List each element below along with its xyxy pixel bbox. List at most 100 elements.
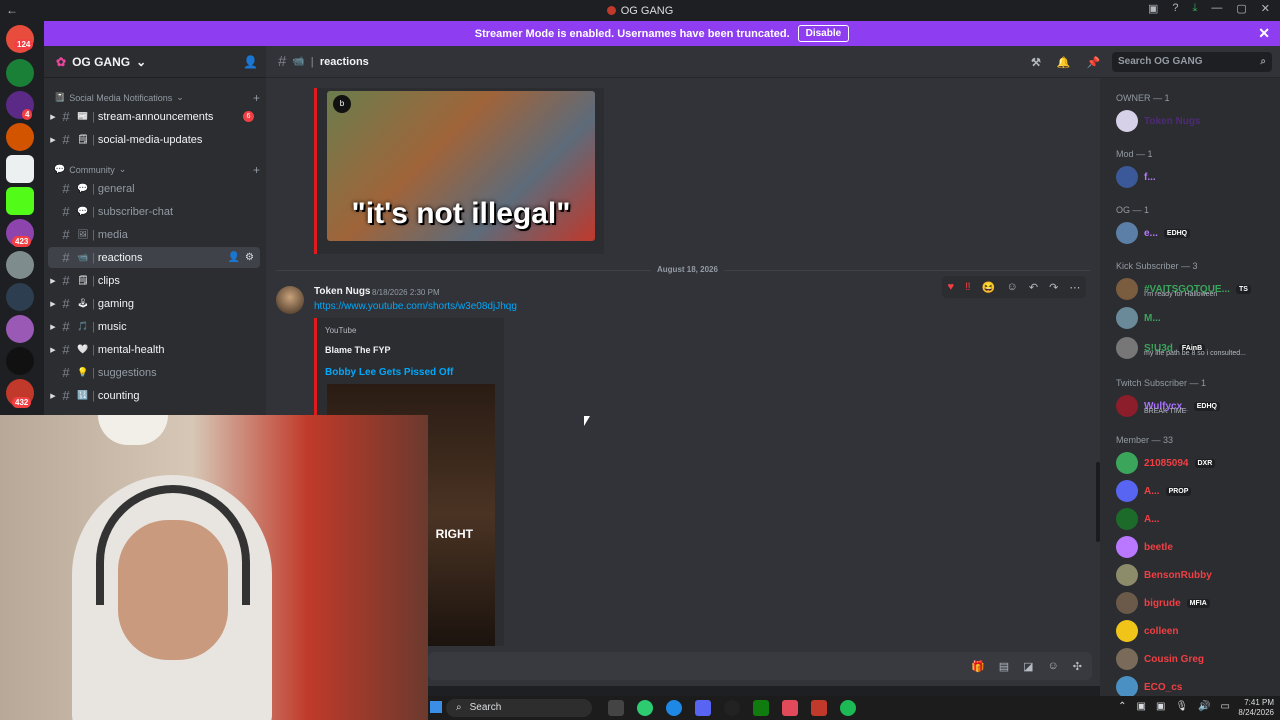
- server-icon[interactable]: [6, 347, 34, 375]
- disable-button[interactable]: Disable: [797, 25, 850, 42]
- member-item[interactable]: colleen: [1116, 619, 1276, 643]
- threads-icon[interactable]: ⚒: [1031, 56, 1041, 69]
- more-icon[interactable]: ⋯: [1069, 281, 1080, 294]
- taskbar-search[interactable]: ⌕ Search: [446, 699, 592, 717]
- channel-mental-health[interactable]: ▶ # 🤍 | mental-health: [48, 339, 260, 360]
- member-item[interactable]: Wulfycx_ EDHQ BREAK TIME: [1116, 394, 1276, 418]
- member-item[interactable]: ECO_cs: [1116, 675, 1276, 698]
- member-item[interactable]: #VAITSGOTQUE... TS I'm ready for Halloween: [1116, 277, 1276, 301]
- clock[interactable]: 7:41 PM 8/24/2026: [1238, 698, 1274, 718]
- member-item[interactable]: BensonRubby: [1116, 563, 1276, 587]
- embed-author[interactable]: Blame The FYP: [325, 345, 496, 355]
- server-icon[interactable]: [6, 155, 34, 183]
- member-item[interactable]: A...: [1116, 507, 1276, 531]
- download-icon[interactable]: ⤓: [1193, 2, 1198, 15]
- server-icon[interactable]: [6, 59, 34, 87]
- server-icon[interactable]: [6, 251, 34, 279]
- channel-suggestions[interactable]: # 💡 | suggestions: [48, 362, 260, 383]
- message-input[interactable]: 🎁 ▤ ◪ ☺ ✣: [428, 652, 1092, 680]
- member-item[interactable]: Cousin Greg: [1116, 647, 1276, 671]
- member-item[interactable]: 21085094 DXR: [1116, 451, 1276, 475]
- add-member-icon[interactable]: 👤: [243, 55, 258, 69]
- member-item[interactable]: f...: [1116, 165, 1276, 189]
- member-item[interactable]: bigrude MFIA: [1116, 591, 1276, 615]
- invite-icon[interactable]: 👤: [228, 252, 240, 263]
- category-community[interactable]: 💬 Community ⌄ +: [54, 163, 260, 177]
- volume-icon[interactable]: 🔊: [1198, 701, 1210, 712]
- close-window-button[interactable]: ✕: [1261, 2, 1270, 15]
- reply-icon[interactable]: ↶: [1029, 281, 1038, 294]
- chevron-up-icon[interactable]: ⌃: [1118, 701, 1126, 712]
- apps-icon[interactable]: ✣: [1073, 660, 1082, 673]
- help-icon[interactable]: ?: [1172, 2, 1178, 15]
- embed-title[interactable]: Bobby Lee Gets Pissed Off: [325, 367, 496, 378]
- member-list: OWNER — 1 Token Nugs Mod — 1 f... OG — 1…: [1100, 78, 1280, 698]
- member-item[interactable]: M...: [1116, 306, 1276, 330]
- channel-clips[interactable]: ▶ # 🗒 | clips: [48, 270, 260, 291]
- channel-counting[interactable]: ▶ # 🔢 | counting: [48, 385, 260, 406]
- file-explorer-icon[interactable]: [608, 700, 624, 716]
- member-item[interactable]: Token Nugs: [1116, 109, 1276, 133]
- sticker-icon[interactable]: ◪: [1023, 660, 1033, 673]
- bell-icon[interactable]: 🔔: [1057, 56, 1071, 69]
- back-arrow-icon[interactable]: ←: [6, 3, 18, 17]
- search-input[interactable]: Search OG GANG ⌕: [1112, 52, 1272, 72]
- maximize-button[interactable]: ▢: [1236, 2, 1246, 15]
- add-channel-icon[interactable]: +: [253, 163, 260, 177]
- edge-icon[interactable]: [666, 700, 682, 716]
- emoji-icon[interactable]: ☺: [1048, 660, 1059, 672]
- close-icon[interactable]: ✕: [1258, 25, 1270, 42]
- role-header: OG — 1: [1116, 205, 1150, 215]
- server-icon[interactable]: [6, 187, 34, 215]
- channel-general[interactable]: # 💬 | general: [48, 178, 260, 199]
- channel-music[interactable]: ▶ # 🎵 | music: [48, 316, 260, 337]
- battery-icon[interactable]: ▭: [1221, 701, 1230, 712]
- app-icon[interactable]: [811, 700, 827, 716]
- avatar[interactable]: [276, 286, 304, 314]
- server-icon[interactable]: [6, 123, 34, 151]
- member-item[interactable]: S!U3d FAinB my life path be 8 so i consult…: [1116, 336, 1276, 360]
- channel-media[interactable]: # 🖼 | media: [48, 224, 260, 245]
- xbox-icon[interactable]: [753, 700, 769, 716]
- inbox-icon[interactable]: ▣: [1148, 2, 1158, 15]
- windows-start-icon[interactable]: [430, 701, 442, 713]
- member-item[interactable]: beetle: [1116, 535, 1276, 559]
- chrome-icon[interactable]: [637, 700, 653, 716]
- server-icon[interactable]: [6, 283, 34, 311]
- message-link[interactable]: https://www.youtube.com/shorts/w3e08djJh…: [314, 301, 517, 312]
- member-item[interactable]: e... EDHQ: [1116, 221, 1276, 245]
- app-icon[interactable]: [782, 700, 798, 716]
- exclamation-reaction-icon[interactable]: ‼: [965, 281, 971, 293]
- add-reaction-icon[interactable]: ☺: [1007, 281, 1018, 293]
- laugh-reaction-icon[interactable]: 😆: [982, 281, 996, 294]
- channel-gaming[interactable]: ▶ # 🕹 | gaming: [48, 293, 260, 314]
- channel-social-media-updates[interactable]: ▶ # 🗒 | social-media-updates: [48, 129, 260, 150]
- obs-icon[interactable]: [724, 700, 740, 716]
- discord-app-icon[interactable]: [695, 700, 711, 716]
- message-author[interactable]: Token Nugs: [314, 286, 370, 297]
- tray-icon[interactable]: ▣: [1136, 701, 1145, 712]
- channel-subscriber-chat[interactable]: # 💬 | subscriber-chat: [48, 201, 260, 222]
- heart-reaction-icon[interactable]: ♥: [948, 281, 955, 293]
- channel-label: counting: [97, 389, 140, 402]
- channel-label: reactions: [97, 251, 143, 264]
- minimize-button[interactable]: —: [1211, 2, 1222, 15]
- spotify-icon[interactable]: [840, 700, 856, 716]
- channel-reactions[interactable]: # 📹 | reactions 👤 ⚙: [48, 247, 260, 268]
- add-channel-icon[interactable]: +: [253, 91, 260, 105]
- video-embed[interactable]: b "it's not illegal": [314, 88, 604, 254]
- pin-icon[interactable]: 📌: [1087, 56, 1101, 69]
- forward-icon[interactable]: ↷: [1049, 281, 1058, 294]
- gear-icon[interactable]: ⚙: [245, 252, 254, 263]
- member-item[interactable]: A... PROP: [1116, 479, 1276, 503]
- channel-stream-announcements[interactable]: ▶ # 📰 | stream-announcements 6: [48, 106, 260, 127]
- gift-icon[interactable]: 🎁: [971, 660, 985, 673]
- tray-icon[interactable]: ▣: [1156, 701, 1165, 712]
- category-social-media[interactable]: 📓 Social Media Notifications ⌄ +: [54, 91, 260, 105]
- video-thumbnail[interactable]: b "it's not illegal": [327, 91, 595, 241]
- gif-icon[interactable]: ▤: [999, 660, 1009, 673]
- mic-icon[interactable]: 🎙: [1175, 701, 1188, 712]
- member-tag: PROP: [1165, 486, 1192, 496]
- server-header[interactable]: ✿ OG GANG ⌄ 👤: [44, 46, 266, 78]
- server-icon[interactable]: [6, 315, 34, 343]
